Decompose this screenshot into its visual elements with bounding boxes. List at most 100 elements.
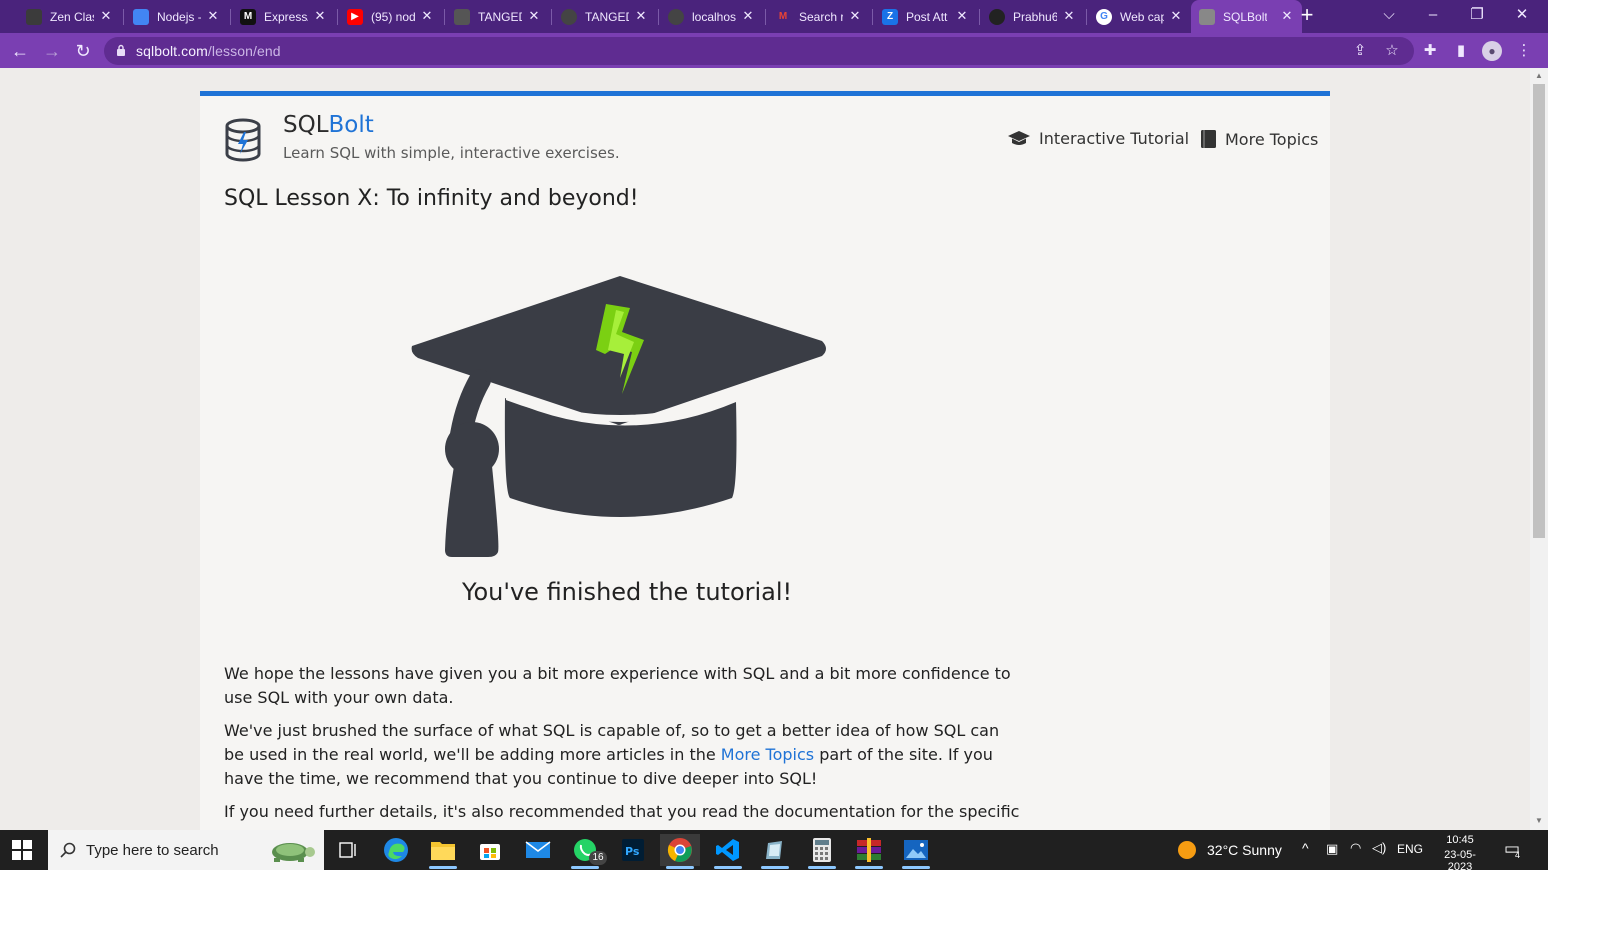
photoshop-icon[interactable]: Ps	[613, 834, 653, 866]
tab-title: Prabhu6	[1013, 9, 1057, 24]
task-view-icon[interactable]	[328, 834, 368, 866]
chevron-up-icon[interactable]: ^	[1302, 840, 1309, 856]
browser-tab[interactable]: M Search r ✕	[767, 0, 870, 33]
minimize-icon[interactable]: –	[1418, 4, 1448, 26]
back-arrow-icon[interactable]: ←	[8, 39, 32, 63]
brand-bolt: Bolt	[328, 112, 374, 138]
edge-browser-icon[interactable]	[376, 834, 416, 866]
forward-arrow-icon[interactable]: →	[40, 39, 64, 63]
tab-close-icon[interactable]: ✕	[1062, 9, 1076, 23]
running-indicator	[714, 866, 742, 869]
extensions-puzzle-icon[interactable]: ✚	[1420, 41, 1440, 61]
calculator-icon[interactable]	[802, 834, 842, 869]
browser-tab[interactable]: TANGED ✕	[553, 0, 656, 33]
browser-tab[interactable]: TANGED ✕	[446, 0, 549, 33]
file-explorer-icon[interactable]	[423, 834, 463, 869]
github-icon	[989, 8, 1005, 25]
whatsapp-icon[interactable]: 16	[565, 834, 607, 869]
reload-icon[interactable]: ↻	[71, 39, 95, 63]
notepad-app-icon[interactable]	[755, 834, 795, 869]
screen: Zen Clas ✕ Nodejs - ✕ M Express/✕ ▶ (95) nod ✕ TA…	[0, 0, 1548, 870]
speaker-icon[interactable]: ◁)	[1372, 840, 1386, 856]
zen-icon	[26, 8, 42, 25]
scroll-up-arrow-icon[interactable]: ▲	[1534, 71, 1544, 81]
browser-tab[interactable]: ▶ (95) nod ✕	[339, 0, 442, 33]
tab-close-icon[interactable]: ✕	[1280, 9, 1294, 23]
scroll-down-arrow-icon[interactable]: ▼	[1534, 816, 1544, 826]
content-card: SQLBolt Learn SQL with simple, interacti…	[200, 91, 1330, 830]
tab-close-icon[interactable]: ✕	[206, 9, 220, 23]
brand-sql: SQL	[283, 112, 329, 138]
language-indicator[interactable]: ENG	[1397, 842, 1423, 856]
browser-tab[interactable]: Zen Clas ✕	[18, 0, 121, 33]
share-icon[interactable]: ⇪	[1350, 41, 1370, 61]
menu-kebab-icon[interactable]: ⋮	[1514, 41, 1534, 61]
address-bar[interactable]: sqlbolt.com/lesson/end ⇪ ☆	[104, 37, 1414, 65]
tab-search-chevron-icon[interactable]: ⌵	[1374, 4, 1404, 26]
page-scrollbar[interactable]: ▲ ▼	[1530, 68, 1548, 830]
new-tab-button[interactable]: +	[1296, 4, 1318, 27]
more-topics-link[interactable]: More Topics	[721, 745, 814, 764]
vscode-icon[interactable]	[708, 834, 748, 869]
taskbar-search-box[interactable]: Type here to search	[48, 830, 324, 870]
tab-close-icon[interactable]: ✕	[420, 9, 434, 23]
database-bolt-logo-icon[interactable]	[224, 118, 262, 162]
browser-tab[interactable]: M Express/ ✕	[232, 0, 335, 33]
tab-separator	[337, 9, 338, 25]
clock[interactable]: 10:45 23-05-2023	[1432, 834, 1488, 870]
photos-icon[interactable]	[896, 834, 936, 869]
google-icon: G	[1096, 8, 1112, 25]
close-window-icon[interactable]: ✕	[1507, 4, 1537, 26]
browser-tab[interactable]: Z Post Att ✕	[874, 0, 977, 33]
tab-close-icon[interactable]: ✕	[313, 9, 327, 23]
tab-close-icon[interactable]: ✕	[741, 9, 755, 23]
chrome-icon[interactable]	[660, 834, 700, 869]
paragraph-more-topics: We've just brushed the surface of what S…	[224, 719, 1024, 791]
search-icon	[60, 842, 76, 858]
browser-tab[interactable]: Nodejs - ✕	[125, 0, 228, 33]
tab-close-icon[interactable]: ✕	[955, 9, 969, 23]
windows-taskbar: Type here to search 16 Ps 32°C Sunny ^ ▣…	[0, 830, 1548, 870]
sun-weather-icon[interactable]	[1178, 841, 1196, 859]
browser-tab[interactable]: Prabhu6 ✕	[981, 0, 1084, 33]
tanged-icon	[454, 8, 470, 25]
tab-separator	[230, 9, 231, 25]
mail-icon[interactable]	[518, 834, 558, 866]
windows-start-icon[interactable]	[12, 840, 32, 860]
nav-more-topics[interactable]: More Topics	[1200, 129, 1318, 149]
winrar-icon[interactable]	[849, 834, 889, 869]
scroll-thumb[interactable]	[1533, 84, 1545, 538]
side-panel-icon[interactable]: ▮	[1451, 41, 1471, 61]
tab-title: TANGED	[478, 9, 522, 24]
running-indicator	[429, 866, 457, 869]
zoho-icon: Z	[882, 8, 898, 25]
tab-close-icon[interactable]: ✕	[99, 9, 113, 23]
profile-avatar[interactable]: ●	[1482, 41, 1502, 61]
tab-separator	[872, 9, 873, 25]
wifi-icon[interactable]: ◠	[1350, 840, 1361, 856]
restore-icon[interactable]: ❐	[1462, 4, 1492, 26]
nav-interactive-tutorial[interactable]: Interactive Tutorial	[1007, 129, 1189, 148]
microsoft-store-icon[interactable]	[470, 834, 510, 866]
browser-tab[interactable]: SQLBolt ✕	[1191, 0, 1302, 33]
tab-close-icon[interactable]: ✕	[527, 9, 541, 23]
bookmark-star-icon[interactable]: ☆	[1382, 41, 1402, 61]
tab-title: SQLBolt	[1223, 9, 1267, 24]
nav-topics-label: More Topics	[1225, 129, 1319, 149]
tab-close-icon[interactable]: ✕	[848, 9, 862, 23]
clock-time: 10:45	[1446, 834, 1474, 846]
docs-icon	[133, 8, 149, 25]
gmail-icon: M	[778, 11, 788, 22]
tab-close-icon[interactable]: ✕	[1169, 9, 1183, 23]
whatsapp-badge: 16	[589, 851, 607, 865]
browser-tab[interactable]: G Web cap ✕	[1088, 0, 1191, 33]
browser-tab[interactable]: localhos ✕	[660, 0, 763, 33]
site-brand[interactable]: SQLBolt	[283, 112, 374, 138]
weather-text[interactable]: 32°C Sunny	[1207, 842, 1282, 858]
meet-now-icon[interactable]: ▣	[1326, 841, 1338, 857]
tab-separator	[979, 9, 980, 25]
tab-separator	[765, 9, 766, 25]
running-indicator	[808, 866, 836, 869]
tab-close-icon[interactable]: ✕	[634, 9, 648, 23]
tab-title: (95) nod	[371, 9, 415, 24]
